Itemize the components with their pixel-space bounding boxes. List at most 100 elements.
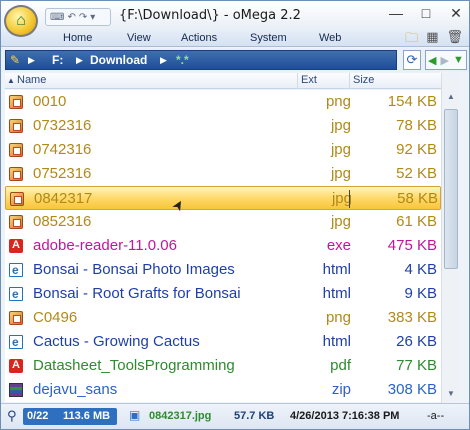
file-row[interactable]: 0732316 jpg 78 KB: [5, 114, 441, 138]
file-size: 308 KB: [387, 381, 437, 398]
file-size: 475 KB: [387, 237, 437, 254]
file-name: Cactus - Growing Cactus: [33, 333, 200, 350]
refresh-button[interactable]: ⟳: [403, 50, 421, 70]
pdf-file-icon: [9, 353, 23, 377]
path-breadcrumb[interactable]: ✎ ▶ F: ▶ Download ▶ *.*: [5, 50, 397, 70]
file-row[interactable]: adobe-reader-11.0.06 exe 475 KB: [5, 233, 441, 258]
web-page-icon: [9, 282, 23, 306]
image-file-icon: ▣: [129, 408, 141, 422]
modified-datetime: 4/26/2013 7:16:38 PM: [290, 410, 400, 422]
pdf-file-icon: [9, 233, 23, 257]
window-title: {F:\Download\} - oMega 2.2: [119, 8, 301, 23]
back-icon[interactable]: ◀: [428, 54, 436, 67]
file-name: 0852316: [33, 213, 92, 230]
file-name: 0742316: [33, 141, 92, 158]
archive-icon: [9, 383, 23, 397]
keyboard-icon[interactable]: ⌨: [50, 12, 64, 23]
tab-actions[interactable]: Actions: [181, 32, 217, 44]
edit-path-icon[interactable]: ✎: [10, 53, 20, 67]
file-size: 92 KB: [396, 141, 437, 158]
web-page-icon: [9, 330, 23, 354]
file-extension: jpg: [330, 165, 351, 182]
file-row[interactable]: dejavu_sans zip 308 KB: [5, 378, 441, 402]
column-name[interactable]: Name: [17, 74, 46, 86]
undo-icon[interactable]: ↶: [67, 12, 75, 23]
close-button[interactable]: ✕: [447, 5, 465, 23]
file-row[interactable]: 0742316 jpg 92 KB: [5, 138, 441, 162]
text-caret: [349, 190, 350, 208]
tab-web[interactable]: Web: [319, 32, 341, 44]
file-extension: zip: [331, 381, 351, 398]
total-size: 113.6 MB: [63, 410, 111, 422]
chevron-right-icon[interactable]: ▶: [160, 55, 167, 66]
scroll-up-icon[interactable]: ▲: [445, 91, 457, 103]
current-file-size: 57.7 KB: [234, 410, 275, 422]
file-extension: jpg: [330, 117, 351, 134]
file-row[interactable]: Bonsai - Bonsai Photo Images html 4 KB: [5, 258, 441, 282]
tab-view[interactable]: View: [127, 32, 151, 44]
file-size: 52 KB: [396, 165, 437, 182]
file-extension: jpg: [331, 190, 352, 207]
history-dropdown-icon[interactable]: ▼: [453, 54, 464, 66]
vertical-scrollbar[interactable]: ▲ ▼: [441, 73, 459, 403]
file-name: 0010: [33, 93, 67, 110]
customize-dropdown-icon[interactable]: ▾: [90, 12, 95, 23]
file-name: 0752316: [33, 165, 92, 182]
file-row[interactable]: Datasheet_ToolsProgramming pdf 77 KB: [5, 353, 441, 378]
file-size: 77 KB: [396, 357, 437, 374]
status-bar: ⚲ 0/22 113.6 MB ▣ 0842317.jpg 57.7 KB 4/…: [1, 403, 469, 429]
file-name: 0732316: [33, 117, 92, 134]
file-name: Bonsai - Root Grafts for Bonsai: [33, 285, 241, 302]
image-file-icon: [9, 143, 23, 157]
file-name: Bonsai - Bonsai Photo Images: [33, 261, 235, 278]
ribbon-tabs: Home View Actions System Web 🗀 ▦ 🗑: [1, 29, 469, 47]
breadcrumb-drive[interactable]: F:: [52, 53, 63, 67]
search-icon[interactable]: ⚲: [7, 408, 17, 424]
file-row[interactable]: Cactus - Growing Cactus html 26 KB: [5, 330, 441, 354]
breadcrumb-folder[interactable]: Download: [90, 53, 147, 67]
file-row[interactable]: 0010 png 154 KB: [5, 90, 441, 114]
column-divider[interactable]: [349, 73, 350, 89]
breadcrumb-filter[interactable]: *.*: [176, 53, 189, 67]
column-ext[interactable]: Ext: [301, 74, 317, 86]
tab-system[interactable]: System: [250, 32, 287, 44]
file-row[interactable]: Bonsai - Root Grafts for Bonsai html 9 KB: [5, 282, 441, 306]
forward-icon[interactable]: ▶: [441, 54, 449, 67]
file-size: 78 KB: [396, 117, 437, 134]
file-row[interactable]: 0752316 jpg 52 KB: [5, 162, 441, 186]
column-size[interactable]: Size: [353, 74, 374, 86]
file-name: Datasheet_ToolsProgramming: [33, 357, 235, 374]
file-name: adobe-reader-11.0.06: [33, 237, 177, 254]
file-row[interactable]: C0496 png 383 KB: [5, 306, 441, 330]
maximize-button[interactable]: □: [417, 5, 435, 23]
minimize-button[interactable]: —: [387, 5, 405, 23]
image-file-icon: [9, 95, 23, 109]
navigation-buttons: ◀ ▶ ▼: [425, 50, 467, 70]
file-extension: exe: [326, 237, 351, 254]
file-size: 61 KB: [396, 213, 437, 230]
redo-icon[interactable]: ↷: [79, 12, 87, 23]
file-size: 9 KB: [404, 285, 437, 302]
list-header: ▲ Name Ext Size: [5, 73, 457, 89]
app-logo-icon[interactable]: ⌂: [4, 5, 38, 37]
scroll-down-icon[interactable]: ▼: [445, 388, 457, 400]
scrollbar-thumb[interactable]: [444, 109, 458, 269]
file-extension: html: [322, 285, 351, 302]
file-size: 383 KB: [387, 309, 437, 326]
address-bar: ✎ ▶ F: ▶ Download ▶ *.* ⟳ ◀ ▶ ▼: [1, 48, 469, 72]
file-extension: jpg: [330, 141, 351, 158]
file-row-selected[interactable]: 0842317 jpg 58 KB ➤: [5, 186, 441, 214]
file-extension: pdf: [330, 357, 351, 374]
chevron-right-icon[interactable]: ▶: [76, 55, 83, 66]
image-file-icon: [9, 167, 23, 181]
selection-count: 0/22: [27, 410, 49, 422]
image-file-icon: [9, 215, 23, 229]
file-row[interactable]: 0852316 jpg 61 KB: [5, 210, 441, 234]
tab-home[interactable]: Home: [63, 32, 92, 44]
title-bar: ⌂ ⌨ ↶ ↷ ▾ {F:\Download\} - oMega 2.2 — □…: [1, 1, 469, 37]
file-attributes: -a--: [427, 410, 445, 422]
file-extension: html: [322, 333, 351, 350]
file-list: 0010 png 154 KB 0732316 jpg 78 KB 0742316 jpg 92…: [5, 90, 441, 402]
chevron-right-icon[interactable]: ▶: [28, 55, 35, 66]
column-divider[interactable]: [297, 73, 298, 89]
